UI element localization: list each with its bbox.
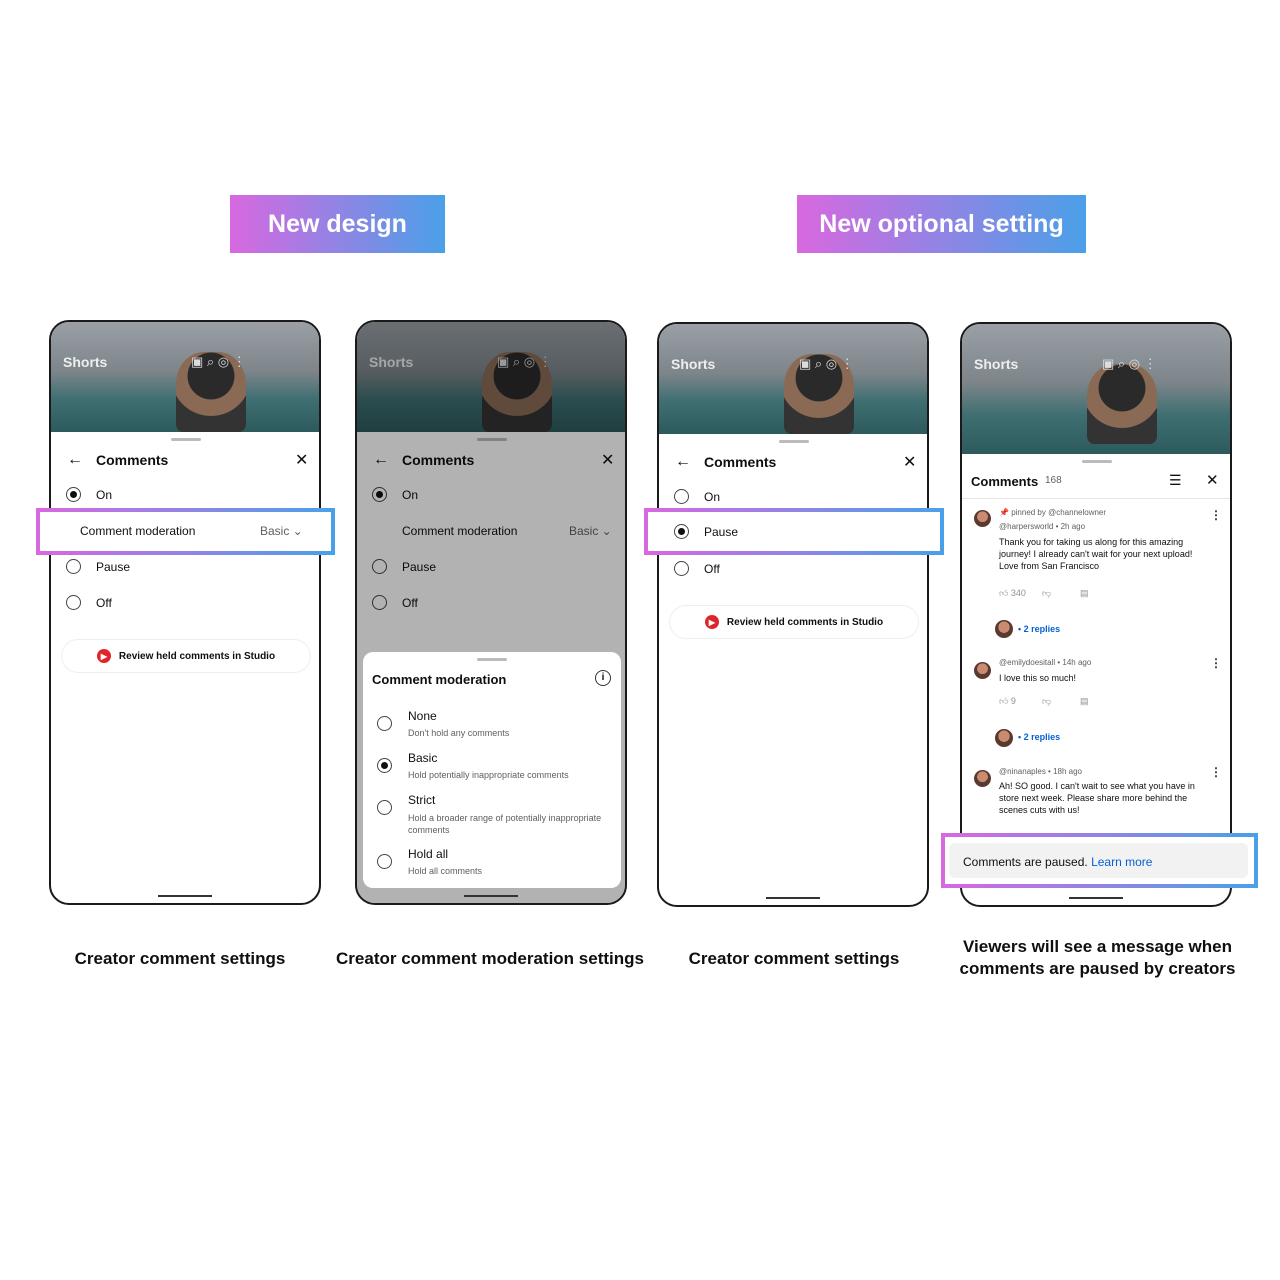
moderation-dropdown[interactable]: Basic ⌄ <box>260 524 303 538</box>
video-preview: Shorts ▣ ⌕ ◎ ⋮ <box>51 322 319 432</box>
phone-moderation-settings: Shorts ▣ ⌕ ◎ ⋮ ← Comments ✕ On Comment m… <box>355 320 627 905</box>
off-label: Off <box>96 596 112 610</box>
studio-icon: ▶ <box>704 615 719 629</box>
comments-paused-banner: Comments are paused. Learn more <box>941 833 1258 888</box>
comment-text: I love this so much! <box>999 673 1077 683</box>
more-icon[interactable]: ⋮ <box>1210 508 1222 522</box>
option-label: Strict <box>408 793 436 807</box>
avatar[interactable] <box>974 770 991 787</box>
radio-none[interactable] <box>377 716 392 731</box>
review-label: Review held comments in Studio <box>118 650 276 662</box>
shorts-label: Shorts <box>671 356 716 372</box>
avatar[interactable] <box>974 510 991 527</box>
close-icon[interactable]: ✕ <box>295 450 308 470</box>
comment-text: Ah! SO good. I can't wait to see what yo… <box>999 781 1195 815</box>
comment-meta: @emilydoesitall • 14h ago <box>999 658 1092 667</box>
option-desc: Hold all comments <box>408 866 483 876</box>
on-label: On <box>96 488 113 502</box>
banner-new-design: New design <box>230 195 445 253</box>
replies-link[interactable]: • 2 replies <box>1018 732 1060 742</box>
option-label: Basic <box>408 751 438 765</box>
moderation-label: Comment moderation <box>80 524 196 538</box>
option-desc: Hold a broader range of potentially inap… <box>408 813 602 835</box>
comments-title: Comments <box>704 454 777 470</box>
option-desc: Hold potentially inappropriate comments <box>408 770 569 780</box>
caption-4: Viewers will see a message when comments… <box>959 937 1236 978</box>
dislike-icon[interactable]: 👎︎ <box>1042 696 1051 707</box>
learn-more-link[interactable]: Learn more <box>1091 855 1152 869</box>
shorts-label: Shorts <box>974 356 1019 372</box>
radio-off[interactable] <box>674 561 689 576</box>
caption-2: Creator comment moderation settings <box>336 949 644 968</box>
radio-on[interactable] <box>674 489 689 504</box>
comments-title: Comments <box>971 474 1039 489</box>
back-arrow-icon[interactable]: ← <box>675 453 691 471</box>
replies-link[interactable]: • 2 replies <box>1018 624 1060 634</box>
review-held-comments-button[interactable]: ▶ Review held comments in Studio <box>61 639 311 673</box>
review-held-comments-button[interactable]: ▶ Review held comments in Studio <box>669 605 919 639</box>
comments-title: Comments <box>96 452 169 468</box>
radio-pause[interactable] <box>674 524 689 539</box>
review-label: Review held comments in Studio <box>726 616 884 628</box>
comment-meta: @harpersworld • 2h ago <box>999 522 1086 531</box>
option-desc: Don't hold any comments <box>408 728 510 738</box>
more-icon[interactable]: ⋮ <box>1210 765 1222 779</box>
comment-moderation-row[interactable]: Comment moderation Basic ⌄ <box>36 508 335 555</box>
phone-creator-pause: Shorts ▣ ⌕ ◎ ⋮ ← Comments ✕ On Off ▶ Revi… <box>644 322 944 907</box>
radio-off[interactable] <box>66 595 81 610</box>
info-icon[interactable]: i <box>595 670 611 686</box>
radio-hold-all[interactable] <box>377 854 392 869</box>
reply-icon[interactable]: ▤ <box>1080 588 1089 599</box>
studio-icon: ▶ <box>96 649 111 663</box>
like-button[interactable]: 👍︎ 340 <box>999 588 1026 599</box>
phone-creator-settings: Shorts ▣ ⌕ ◎ ⋮ ← Comments ✕ On Pause Off… <box>36 320 335 905</box>
close-icon[interactable]: ✕ <box>1206 471 1219 489</box>
video-preview: Shorts ▣ ⌕ ◎ ⋮ <box>659 324 927 434</box>
comment-text: Thank you for taking us along for this a… <box>999 537 1193 571</box>
creator-avatar <box>995 620 1013 638</box>
moderation-sheet: Comment moderation i None Don't hold any… <box>363 652 621 888</box>
radio-pause[interactable] <box>66 559 81 574</box>
more-icon[interactable]: ⋮ <box>1210 656 1222 670</box>
dislike-icon[interactable]: 👎︎ <box>1042 588 1051 599</box>
pause-label: Pause <box>704 525 739 539</box>
shorts-label: Shorts <box>63 354 108 370</box>
comment-count: 168 <box>1045 475 1062 486</box>
sheet-title: Comment moderation <box>372 672 507 687</box>
creator-avatar <box>995 729 1013 747</box>
pause-row[interactable]: Pause <box>644 508 944 555</box>
banner-new-optional-setting: New optional setting <box>797 195 1086 253</box>
video-toolbar-icons: ▣ ⌕ ◎ ⋮ <box>1102 356 1157 371</box>
radio-strict[interactable] <box>377 800 392 815</box>
radio-on[interactable] <box>66 487 81 502</box>
close-icon[interactable]: ✕ <box>903 452 916 472</box>
video-preview: Shorts ▣ ⌕ ◎ ⋮ <box>962 324 1230 454</box>
on-label: On <box>704 490 721 504</box>
off-label: Off <box>704 562 720 576</box>
pinned-label: 📌 pinned by @channelowner <box>999 508 1107 517</box>
avatar[interactable] <box>974 662 991 679</box>
radio-basic[interactable] <box>377 758 392 773</box>
reply-icon[interactable]: ▤ <box>1080 696 1089 707</box>
paused-message: Comments are paused. Learn more <box>963 855 1153 869</box>
caption-1: Creator comment settings <box>74 949 286 968</box>
back-arrow-icon[interactable]: ← <box>67 451 83 469</box>
option-label: Hold all <box>408 847 449 861</box>
phone-viewer-comments: Shorts ▣ ⌕ ◎ ⋮ Comments 168 ☰ ✕ 📌 pinned… <box>941 322 1258 907</box>
pause-label: Pause <box>96 560 131 574</box>
like-button[interactable]: 👍︎ 9 <box>999 696 1016 707</box>
comment-meta: @ninanaples • 18h ago <box>999 767 1082 776</box>
filter-icon[interactable]: ☰ <box>1169 472 1182 489</box>
option-label: None <box>408 709 437 723</box>
video-toolbar-icons: ▣ ⌕ ◎ ⋮ <box>191 354 246 369</box>
video-toolbar-icons: ▣ ⌕ ◎ ⋮ <box>799 356 854 371</box>
caption-3: Creator comment settings <box>688 949 900 968</box>
